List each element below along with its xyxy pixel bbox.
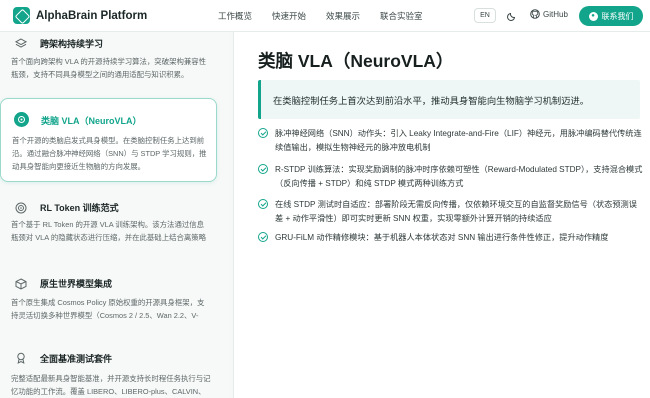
github-label: GitHub bbox=[543, 9, 568, 19]
contact-label: 联系我们 bbox=[601, 11, 634, 21]
check-circle-icon bbox=[258, 128, 268, 138]
feature-text: GRU-FiLM 动作精修模块：基于机器人本体状态对 SNN 输出进行条件性修正… bbox=[275, 233, 609, 242]
sidebar-item-neurovla[interactable]: 类脑 VLA（NeuroVLA） 首个开源的类脑启发式具身模型。在类脑控制任务上… bbox=[0, 98, 217, 182]
sidebar-item-desc: 完整适配最新具身智能基准，并开源支持长时程任务执行与记忆功能的工作流。覆盖 LI… bbox=[11, 374, 211, 396]
brand[interactable]: AlphaBrain Platform bbox=[13, 7, 147, 24]
check-circle-icon bbox=[258, 199, 268, 209]
moon-icon bbox=[507, 12, 516, 21]
brand-name: AlphaBrain Platform bbox=[36, 9, 148, 22]
sidebar-item-rl-token[interactable]: RL Token 训练范式 首个基于 RL Token 的开源 VLA 训练架构… bbox=[0, 194, 217, 264]
feature-text: 脉冲神经网络（SNN）动作头：引入 Leaky Integrate-and-Fi… bbox=[275, 129, 642, 152]
sidebar-item-title: 跨架构持续学习 bbox=[40, 39, 104, 49]
sidebar-item-desc: 首个开源的类脑启发式具身模型。在类脑控制任务上达到前沿。通过融合脉冲神经网络（S… bbox=[12, 136, 207, 171]
sidebar-item-continual-learning[interactable]: 跨架构持续学习 首个面向跨架构 VLA 的开源持续学习算法，突破架构兼容性瓶颈，… bbox=[0, 32, 217, 90]
feature-item: R-STDP 训练算法：实现奖励调制的脉冲时序依赖可塑性（Reward-Modu… bbox=[258, 163, 646, 193]
quote-text: 在类脑控制任务上首次达到前沿水平，推动具身智能向生物脑学习机制迈进。 bbox=[273, 95, 590, 106]
chat-icon: ● bbox=[588, 11, 598, 21]
github-link[interactable]: GitHub bbox=[530, 9, 568, 19]
medal-icon bbox=[13, 350, 28, 365]
check-circle-icon bbox=[258, 164, 268, 174]
sidebar-item-desc: 首个基于 RL Token 的开源 VLA 训练架构。该方法通过信息瓶颈对 VL… bbox=[11, 220, 207, 242]
language-toggle[interactable]: EN bbox=[474, 8, 496, 23]
feature-item: 脉冲神经网络（SNN）动作头：引入 Leaky Integrate-and-Fi… bbox=[258, 127, 646, 157]
feature-detail-panel: 类脑 VLA（NeuroVLA） 在类脑控制任务上首次达到前沿水平，推动具身智能… bbox=[233, 32, 650, 398]
nav-quickstart[interactable]: 快速开始 bbox=[272, 10, 306, 22]
page-title: 类脑 VLA（NeuroVLA） bbox=[258, 51, 454, 71]
nav-overview[interactable]: 工作概览 bbox=[218, 10, 252, 22]
nav-showcase[interactable]: 效果展示 bbox=[326, 10, 360, 22]
logo-icon bbox=[13, 7, 30, 24]
sidebar-item-desc: 首个原生集成 Cosmos Policy 原始权重的开源具身框架，支持灵活切换多… bbox=[11, 298, 205, 320]
feature-sidebar: 跨架构持续学习 首个面向跨架构 VLA 的开源持续学习算法，突破架构兼容性瓶颈，… bbox=[0, 32, 229, 398]
sidebar-item-title: RL Token 训练范式 bbox=[40, 203, 119, 213]
feature-item: 在线 STDP 测试时自适应：部署阶段无需反向传播，仅依赖环境交互的自监督奖励信… bbox=[258, 198, 646, 228]
check-circle-icon bbox=[258, 232, 268, 242]
feature-text: R-STDP 训练算法：实现奖励调制的脉冲时序依赖可塑性（Reward-Modu… bbox=[275, 165, 643, 188]
brain-icon bbox=[14, 112, 29, 127]
cube-icon bbox=[13, 276, 28, 291]
top-nav-bar: AlphaBrain Platform 工作概览 快速开始 效果展示 联合实验室… bbox=[0, 0, 650, 32]
sidebar-item-desc: 首个面向跨架构 VLA 的开源持续学习算法，突破架构兼容性瓶颈，支持不同具身模型… bbox=[11, 57, 207, 79]
sidebar-item-title: 全面基准测试套件 bbox=[40, 354, 113, 364]
main-nav: 工作概览 快速开始 效果展示 联合实验室 bbox=[218, 0, 423, 32]
contact-button[interactable]: ● 联系我们 bbox=[579, 6, 643, 26]
feature-item: GRU-FiLM 动作精修模块：基于机器人本体状态对 SNN 输出进行条件性修正… bbox=[258, 231, 646, 247]
sidebar-item-title: 原生世界模型集成 bbox=[40, 279, 113, 289]
layers-icon bbox=[13, 36, 28, 51]
github-icon bbox=[530, 9, 540, 19]
sidebar-item-title: 类脑 VLA（NeuroVLA） bbox=[41, 116, 142, 126]
sidebar-item-benchmark[interactable]: 全面基准测试套件 完整适配最新具身智能基准，并开源支持长时程任务执行与记忆功能的… bbox=[0, 348, 217, 398]
nav-joint-lab[interactable]: 联合实验室 bbox=[380, 10, 423, 22]
sidebar-item-world-model[interactable]: 原生世界模型集成 首个原生集成 Cosmos Policy 原始权重的开源具身框… bbox=[0, 272, 217, 332]
theme-toggle[interactable] bbox=[505, 9, 519, 23]
highlight-quote: 在类脑控制任务上首次达到前沿水平，推动具身智能向生物脑学习机制迈进。 bbox=[258, 80, 640, 119]
feature-text: 在线 STDP 测试时自适应：部署阶段无需反向传播，仅依赖环境交互的自监督奖励信… bbox=[275, 200, 637, 223]
target-icon bbox=[13, 200, 28, 215]
